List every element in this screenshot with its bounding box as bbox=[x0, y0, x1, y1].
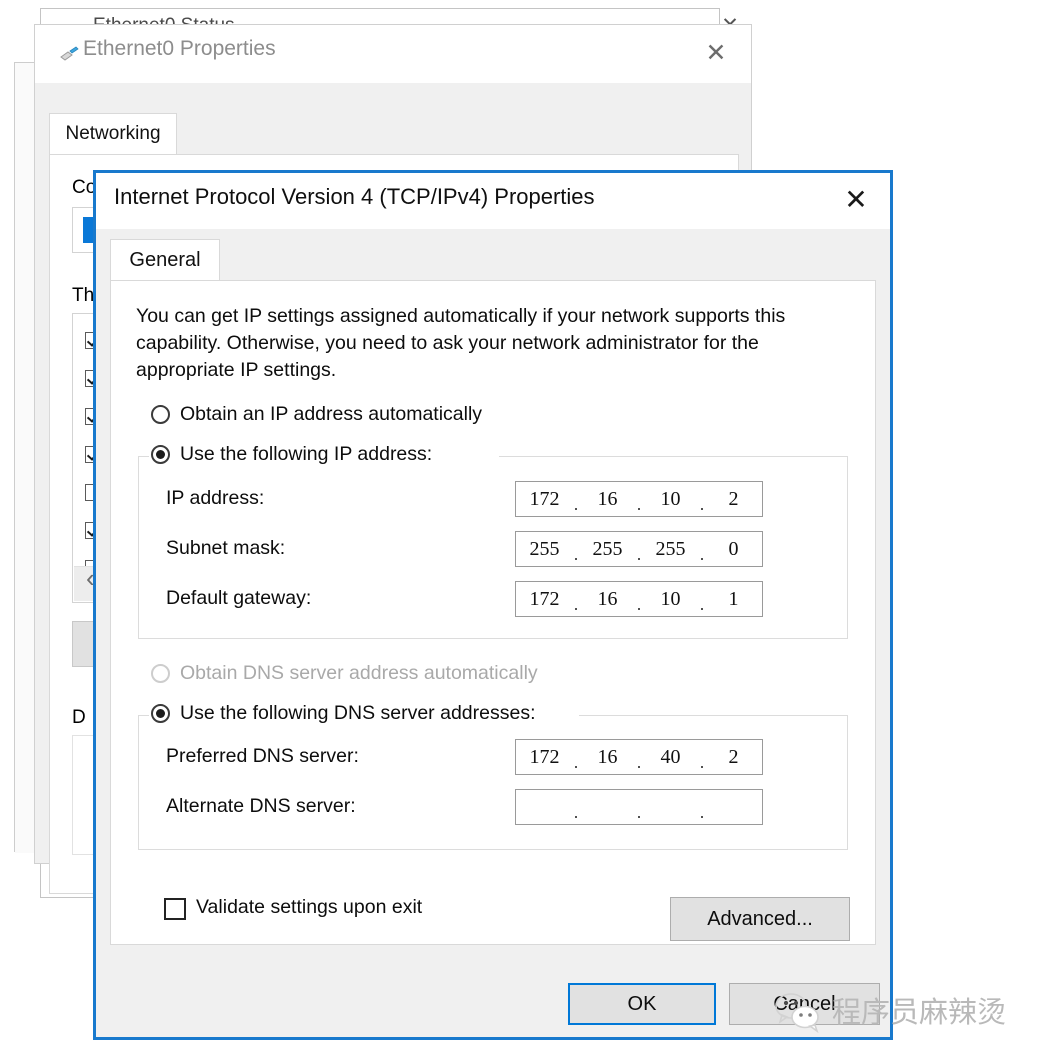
ip-separator: . bbox=[699, 544, 705, 564]
ip-separator: . bbox=[636, 544, 642, 564]
ip-separator: . bbox=[573, 594, 579, 614]
octet-4[interactable]: 0 bbox=[705, 532, 762, 566]
ip-separator: . bbox=[699, 802, 705, 822]
radio-label: Use the following IP address: bbox=[180, 443, 433, 465]
close-icon[interactable]: ✕ bbox=[836, 181, 876, 219]
close-icon[interactable]: ✕ bbox=[699, 37, 733, 69]
description-label: D bbox=[72, 707, 86, 728]
ip-separator: . bbox=[636, 594, 642, 614]
octet-1[interactable]: 172 bbox=[516, 740, 573, 774]
ip-separator: . bbox=[573, 544, 579, 564]
ethernet0-properties-title: Ethernet0 Properties bbox=[83, 37, 276, 60]
octet-3[interactable]: 10 bbox=[642, 482, 699, 516]
ip-separator: . bbox=[699, 752, 705, 772]
preferred-dns-input[interactable]: 172 . 16 . 40 . 2 bbox=[515, 739, 763, 775]
tab-general[interactable]: General bbox=[110, 239, 220, 281]
this-connection-label: Th bbox=[72, 285, 95, 306]
advanced-button[interactable]: Advanced... bbox=[670, 897, 850, 941]
alternate-dns-label: Alternate DNS server: bbox=[166, 795, 356, 817]
subnet-mask-label: Subnet mask: bbox=[166, 537, 286, 559]
octet-4[interactable]: 1 bbox=[705, 582, 762, 616]
octet-1[interactable]: 172 bbox=[516, 582, 573, 616]
ok-button[interactable]: OK bbox=[568, 983, 716, 1025]
octet-3[interactable]: 255 bbox=[642, 532, 699, 566]
cancel-button[interactable]: Cancel bbox=[729, 983, 880, 1025]
general-tab-panel: You can get IP settings assigned automat… bbox=[110, 280, 876, 945]
radio-icon[interactable] bbox=[151, 445, 170, 464]
ip-separator: . bbox=[636, 494, 642, 514]
octet-4[interactable]: 2 bbox=[705, 740, 762, 774]
octet-3[interactable]: 40 bbox=[642, 740, 699, 774]
ip-address-label: IP address: bbox=[166, 487, 265, 509]
ip-separator: . bbox=[636, 802, 642, 822]
tab-networking[interactable]: Networking bbox=[49, 113, 177, 155]
validate-settings-label: Validate settings upon exit bbox=[196, 896, 423, 918]
validate-settings-checkbox[interactable] bbox=[164, 898, 186, 920]
preferred-dns-label: Preferred DNS server: bbox=[166, 745, 359, 767]
ip-separator: . bbox=[573, 802, 579, 822]
octet-3[interactable]: 10 bbox=[642, 582, 699, 616]
octet-2[interactable]: 16 bbox=[579, 740, 636, 774]
octet-4[interactable]: 2 bbox=[705, 482, 762, 516]
network-adapter-icon bbox=[60, 46, 79, 61]
dns-settings-groupbox bbox=[138, 715, 848, 850]
ip-separator: . bbox=[636, 752, 642, 772]
dialog-tabstrip: General bbox=[110, 239, 876, 281]
dialog-title: Internet Protocol Version 4 (TCP/IPv4) P… bbox=[114, 184, 595, 209]
dialog-description: You can get IP settings assigned automat… bbox=[136, 305, 786, 381]
octet-1[interactable]: 172 bbox=[516, 482, 573, 516]
radio-icon[interactable] bbox=[151, 405, 170, 424]
default-gateway-input[interactable]: 172 . 16 . 10 . 1 bbox=[515, 581, 763, 617]
radio-label: Use the following DNS server addresses: bbox=[180, 702, 536, 724]
ip-separator: . bbox=[573, 752, 579, 772]
dialog-titlebar: Internet Protocol Version 4 (TCP/IPv4) P… bbox=[96, 173, 890, 229]
alternate-dns-input[interactable]: . . . bbox=[515, 789, 763, 825]
ethernet0-properties-titlebar: Ethernet0 Properties ✕ bbox=[35, 25, 751, 83]
octet-1[interactable]: 255 bbox=[516, 532, 573, 566]
radio-label: Obtain DNS server address automatically bbox=[180, 662, 538, 684]
subnet-mask-input[interactable]: 255 . 255 . 255 . 0 bbox=[515, 531, 763, 567]
ip-separator: . bbox=[573, 494, 579, 514]
octet-2[interactable]: 16 bbox=[579, 482, 636, 516]
radio-label: Obtain an IP address automatically bbox=[180, 403, 483, 425]
octet-2[interactable]: 16 bbox=[579, 582, 636, 616]
ip-separator: . bbox=[699, 594, 705, 614]
radio-icon[interactable] bbox=[151, 704, 170, 723]
ethernet0-properties-tabstrip: Networking bbox=[49, 113, 739, 155]
ip-address-input[interactable]: 172 . 16 . 10 . 2 bbox=[515, 481, 763, 517]
radio-icon[interactable] bbox=[151, 664, 170, 683]
default-gateway-label: Default gateway: bbox=[166, 587, 312, 609]
ip-separator: . bbox=[699, 494, 705, 514]
octet-2[interactable]: 255 bbox=[579, 532, 636, 566]
